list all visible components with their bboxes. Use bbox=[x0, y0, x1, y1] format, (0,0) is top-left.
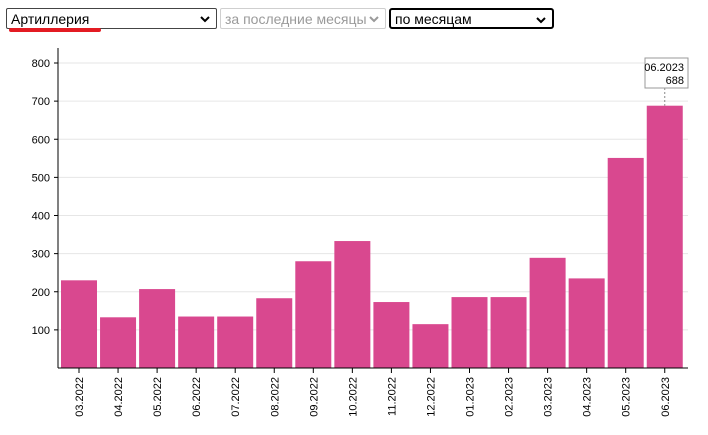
x-tick-label: 03.2023 bbox=[543, 377, 555, 417]
bar bbox=[334, 241, 371, 368]
x-tick-label: 08.2022 bbox=[269, 377, 281, 417]
bar bbox=[412, 324, 449, 368]
tooltip-value: 688 bbox=[666, 75, 684, 87]
bar-chart: 100 200 300 400 500 600 700 800 03.2022 04.2022 05… bbox=[32, 48, 689, 417]
y-tick-label: 500 bbox=[32, 172, 50, 184]
bar bbox=[217, 316, 254, 368]
x-tick-label: 03.2022 bbox=[74, 377, 86, 417]
bar bbox=[373, 302, 410, 368]
x-tick-label: 12.2022 bbox=[425, 377, 437, 417]
y-tick-label: 100 bbox=[32, 325, 50, 337]
y-tick-label: 700 bbox=[32, 96, 50, 108]
bar bbox=[256, 298, 293, 368]
y-tick-label: 300 bbox=[32, 249, 50, 261]
bar bbox=[490, 297, 527, 368]
bar bbox=[178, 316, 215, 368]
bar bbox=[607, 157, 644, 368]
bar bbox=[568, 278, 605, 368]
bar bbox=[100, 317, 137, 368]
x-tick-label: 05.2022 bbox=[152, 377, 164, 417]
x-tick-label: 02.2023 bbox=[504, 377, 516, 417]
bar bbox=[451, 297, 488, 368]
x-tick-label: 10.2022 bbox=[347, 377, 359, 417]
bar bbox=[295, 261, 332, 368]
x-tick-label: 06.2023 bbox=[660, 377, 672, 417]
bar bbox=[529, 257, 566, 368]
x-tick-label: 07.2022 bbox=[230, 377, 242, 417]
x-tick-label: 04.2023 bbox=[582, 377, 594, 417]
y-tick-label: 200 bbox=[32, 287, 50, 299]
y-tick-label: 400 bbox=[32, 211, 50, 223]
x-tick-label: 11.2022 bbox=[386, 377, 398, 416]
x-tick-label: 01.2023 bbox=[465, 377, 477, 417]
x-tick-label: 04.2022 bbox=[113, 377, 125, 417]
tooltip-label: 06.2023 bbox=[644, 62, 684, 74]
x-tick-label: 06.2022 bbox=[191, 377, 203, 417]
x-tick-label: 05.2023 bbox=[621, 377, 633, 417]
x-tick-label: 09.2022 bbox=[308, 377, 320, 417]
bar bbox=[646, 105, 683, 368]
bar bbox=[61, 280, 97, 368]
y-tick-label: 600 bbox=[32, 134, 50, 146]
bar bbox=[139, 289, 176, 368]
y-tick-label: 800 bbox=[32, 58, 50, 70]
